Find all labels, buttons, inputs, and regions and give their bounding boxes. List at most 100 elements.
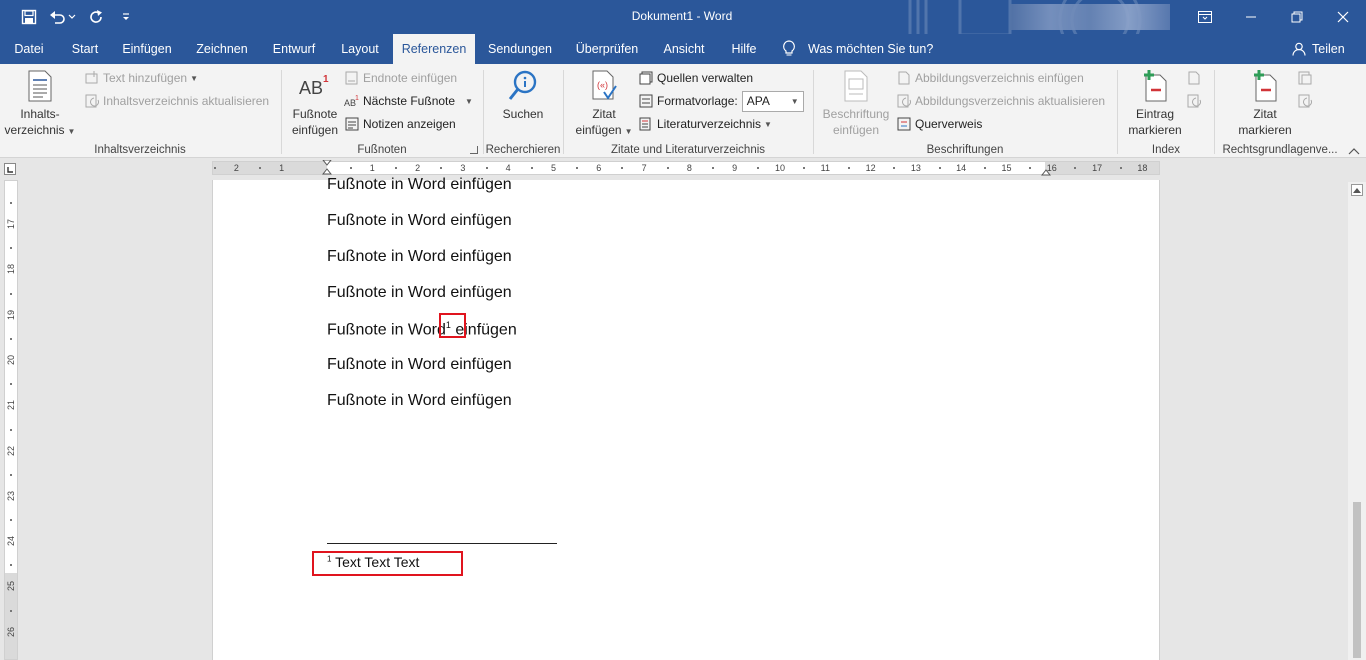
- ruler-tick-label: 8: [686, 163, 692, 173]
- search-button[interactable]: Suchen: [488, 68, 558, 122]
- paragraph[interactable]: Fußnote in Word einfügen: [327, 284, 512, 302]
- update-table-button[interactable]: Abbildungsverzeichnis aktualisieren: [896, 91, 1105, 111]
- show-notes-label: Notizen anzeigen: [363, 117, 456, 131]
- insert-endnote-button[interactable]: Endnote einfügen: [344, 68, 457, 88]
- tab-einfuegen[interactable]: Einfügen: [116, 34, 178, 64]
- ruler-tick-label: 22: [6, 445, 16, 456]
- document-page[interactable]: Fußnote in Word einfügen Fußnote in Word…: [212, 176, 1160, 660]
- show-notes-button[interactable]: Notizen anzeigen: [344, 114, 456, 134]
- group-label-recherchieren: Recherchieren: [485, 144, 561, 156]
- insert-index-button[interactable]: [1186, 68, 1205, 88]
- insert-index-icon: [1186, 70, 1202, 86]
- tab-referenzen[interactable]: Referenzen: [393, 34, 475, 64]
- next-footnote-icon: AB 1: [344, 93, 360, 109]
- ruler-tick-mark: [10, 609, 12, 612]
- next-footnote-button[interactable]: AB 1 Nächste Fußnote ▼: [344, 91, 473, 111]
- close-icon[interactable]: [1320, 0, 1366, 34]
- toc-button[interactable]: Inhalts- verzeichnis ▼: [4, 68, 76, 140]
- tab-datei[interactable]: Datei: [8, 34, 50, 64]
- dialog-launcher-icon[interactable]: [470, 146, 478, 154]
- style-icon: [638, 93, 654, 109]
- paragraph-with-footnote[interactable]: Fußnote in Word1 einfügen: [327, 320, 517, 339]
- manage-sources-button[interactable]: Quellen verwalten: [638, 68, 753, 88]
- scroll-thumb[interactable]: [1353, 502, 1361, 658]
- ruler-tick-mark: [938, 167, 941, 169]
- insert-table-of-figures-button[interactable]: Abbildungsverzeichnis einfügen: [896, 68, 1084, 88]
- paragraph[interactable]: Fußnote in Word einfügen: [327, 392, 512, 410]
- ribbon-display-options-icon[interactable]: [1182, 0, 1228, 34]
- update-index-button[interactable]: [1186, 91, 1205, 111]
- ruler-tick-mark: [10, 519, 12, 522]
- tab-sendungen[interactable]: Sendungen: [482, 34, 558, 64]
- mark-citation-button[interactable]: Zitat markieren: [1225, 68, 1305, 138]
- ruler-tick-mark: [10, 564, 12, 567]
- paragraph[interactable]: Fußnote in Word einfügen: [327, 176, 512, 194]
- restore-icon[interactable]: [1274, 0, 1320, 34]
- group-label-inhaltsverzeichnis: Inhaltsverzeichnis: [94, 144, 186, 156]
- ruler-margin-left: [213, 162, 327, 174]
- ruler-tick-label: 11: [820, 163, 830, 173]
- insert-citation-button[interactable]: («) Zitat einfügen ▼: [568, 68, 640, 140]
- cross-reference-label: Querverweis: [915, 117, 983, 131]
- footnote-separator: [327, 543, 557, 544]
- bibliography-button[interactable]: Literaturverzeichnis ▼: [638, 114, 772, 134]
- insert-citation-label-1: Zitat: [592, 107, 616, 121]
- ruler-tick-label: 13: [910, 163, 921, 173]
- undo-icon[interactable]: [48, 8, 78, 26]
- tab-ansicht[interactable]: Ansicht: [656, 34, 712, 64]
- endnote-icon: [344, 70, 360, 86]
- paragraph[interactable]: Fußnote in Word einfügen: [327, 248, 512, 266]
- tab-hilfe[interactable]: Hilfe: [724, 34, 764, 64]
- add-text-button[interactable]: Text hinzufügen ▼: [84, 68, 198, 88]
- share-label: Teilen: [1312, 42, 1345, 56]
- scroll-up-arrow-icon[interactable]: [1351, 184, 1363, 196]
- ruler-tick-mark: [10, 383, 12, 386]
- ruler-tick-label: 23: [6, 490, 16, 501]
- account-name-blurred: [1010, 4, 1170, 30]
- group-inhaltsverzeichnis: Inhalts- verzeichnis ▼ Text hinzufügen ▼ I…: [0, 64, 280, 158]
- insert-citation-label-2: einfügen: [575, 123, 622, 137]
- customize-toolbar-icon[interactable]: [118, 8, 134, 26]
- save-icon[interactable]: [20, 8, 38, 26]
- paragraph[interactable]: Fußnote in Word einfügen: [327, 212, 512, 230]
- ruler-tick-label: 15: [1001, 163, 1012, 173]
- ruler-tick-mark: [621, 167, 624, 169]
- minimize-icon[interactable]: [1228, 0, 1274, 34]
- right-indent-marker[interactable]: [1040, 165, 1052, 179]
- tab-layout[interactable]: Layout: [334, 34, 386, 64]
- paragraph[interactable]: Fußnote in Word einfügen: [327, 356, 512, 374]
- insert-caption-button[interactable]: Beschriftung einfügen: [818, 68, 894, 138]
- vertical-scrollbar[interactable]: [1348, 182, 1366, 660]
- style-selector: Formatvorlage: APA ▼: [638, 90, 804, 112]
- tab-selector[interactable]: [4, 163, 16, 175]
- ruler-tick-label: 18: [1137, 163, 1148, 173]
- tab-zeichnen[interactable]: Zeichnen: [190, 34, 254, 64]
- tab-start[interactable]: Start: [62, 34, 108, 64]
- svg-text:(«): («): [597, 80, 608, 90]
- chevron-down-icon: ▼: [624, 127, 633, 136]
- insert-citation-icon: («): [588, 68, 620, 104]
- update-authorities-button[interactable]: [1297, 91, 1316, 111]
- style-dropdown[interactable]: APA ▼: [741, 90, 804, 112]
- share-button[interactable]: Teilen: [1292, 34, 1345, 64]
- vertical-ruler[interactable]: 17 18 19 20 21 22 23 24 25 26: [4, 180, 18, 660]
- insert-authorities-button[interactable]: [1297, 68, 1316, 88]
- horizontal-ruler[interactable]: 2 1 1 2 3 4 5 6 7 8 9 10 11 12 13 14 15 16 17 18: [212, 159, 1160, 176]
- redo-icon[interactable]: [88, 8, 106, 26]
- insert-footnote-button[interactable]: AB 1 Fußnote einfügen: [286, 68, 344, 138]
- collapse-ribbon-icon[interactable]: [1348, 144, 1360, 155]
- cross-reference-button[interactable]: Querverweis: [896, 114, 982, 134]
- ruler-tick-label: 9: [732, 163, 738, 173]
- ruler-tick-label: 18: [6, 264, 16, 275]
- bibliography-icon: [638, 116, 654, 132]
- ruler-tick-mark: [213, 167, 216, 169]
- tell-me-search[interactable]: Was möchten Sie tun?: [782, 34, 933, 64]
- mark-citation-label-2: markieren: [1238, 123, 1292, 137]
- group-label-rechtsgrundlagen: Rechtsgrundlagenve...: [1222, 144, 1338, 156]
- update-toc-button[interactable]: Inhaltsverzeichnis aktualisieren: [84, 91, 269, 111]
- ruler-tick-mark: [10, 473, 12, 476]
- ruler-tick-mark: [530, 167, 533, 169]
- mark-entry-button[interactable]: Eintrag markieren: [1120, 68, 1190, 138]
- tab-ueberpruefen[interactable]: Überprüfen: [570, 34, 644, 64]
- tab-entwurf[interactable]: Entwurf: [266, 34, 322, 64]
